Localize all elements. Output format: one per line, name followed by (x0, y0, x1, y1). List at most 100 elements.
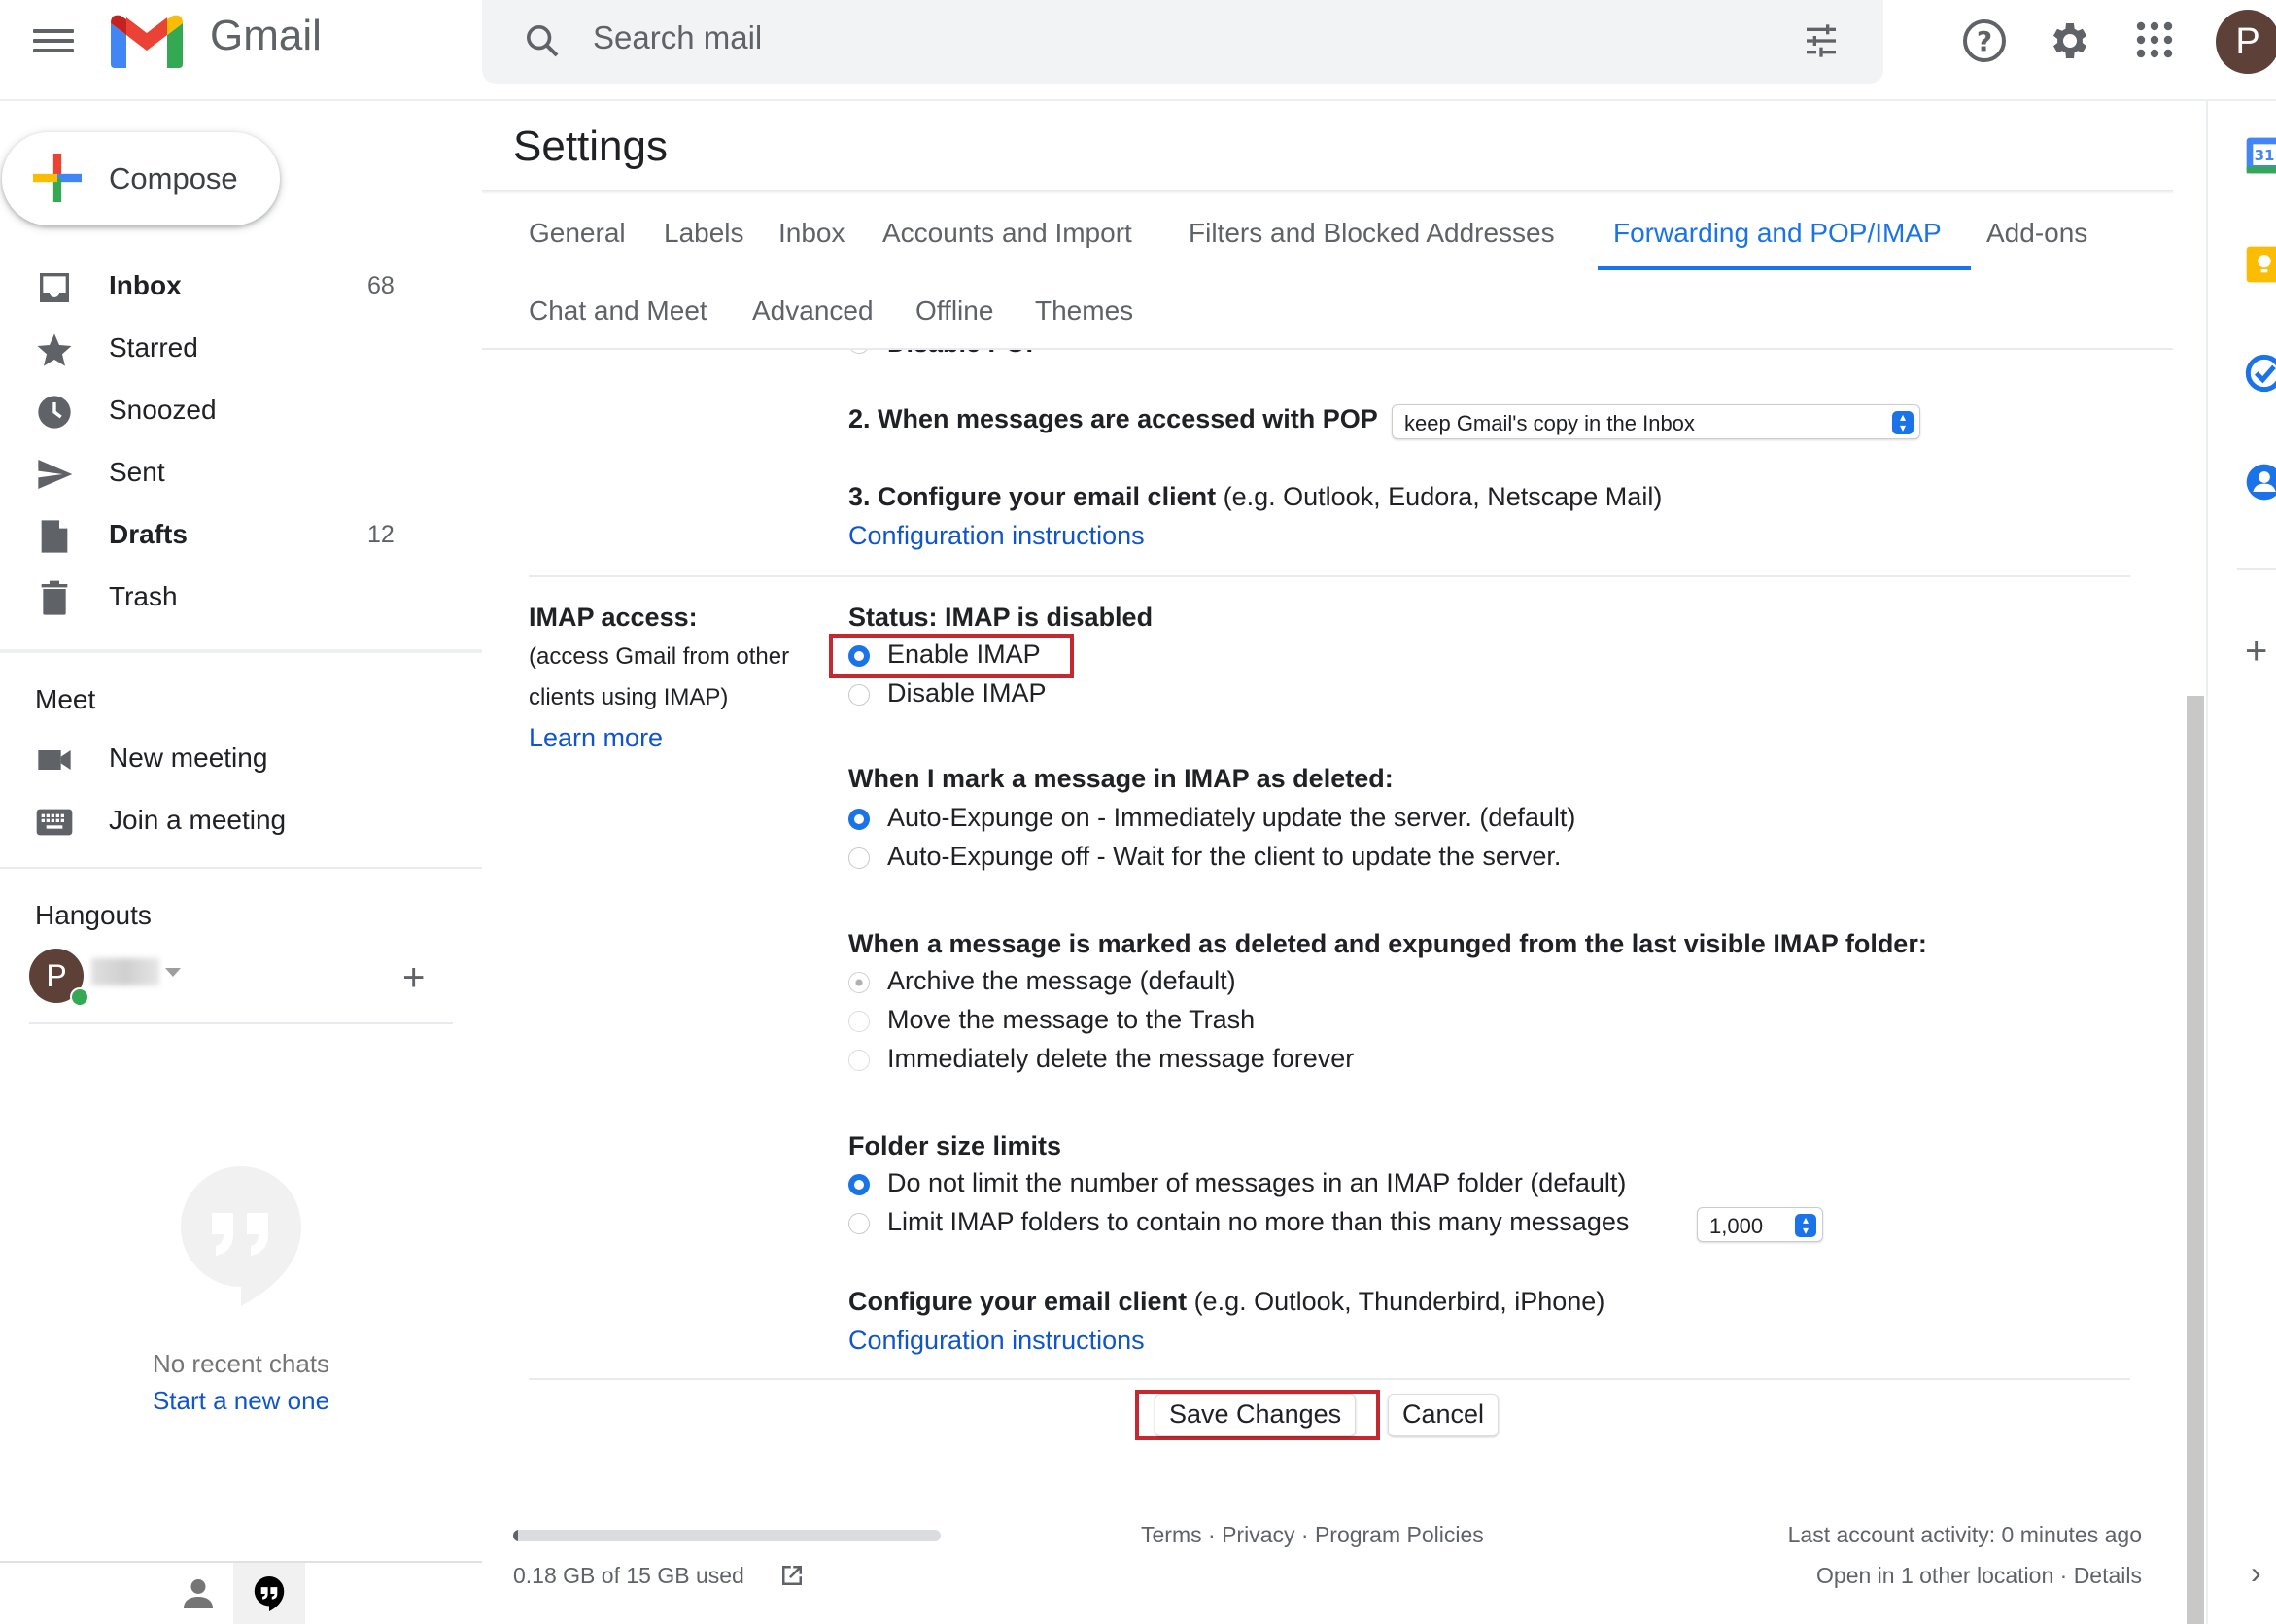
move-trash-radio[interactable] (848, 1011, 870, 1032)
tab-inbox[interactable]: Inbox (778, 218, 845, 249)
sidebar-item-starred[interactable]: Starred (0, 319, 482, 381)
tab-accounts-and-import[interactable]: Accounts and Import (882, 218, 1132, 249)
imap-deleted-title: When I mark a message in IMAP as deleted… (848, 764, 1394, 793)
folder-size-title: Folder size limits (848, 1131, 1062, 1160)
hangouts-user-name-blurred (91, 958, 159, 985)
new-meeting-label: New meeting (109, 743, 268, 773)
storage-usage-bar (513, 1530, 941, 1541)
account-avatar[interactable]: P (2216, 10, 2276, 74)
auto-expunge-off-radio[interactable] (848, 847, 870, 869)
archive-radio[interactable] (848, 972, 870, 993)
tab-advanced[interactable]: Advanced (752, 295, 874, 327)
limit-label[interactable]: Limit IMAP folders to contain no more th… (887, 1207, 1629, 1237)
delete-forever-radio[interactable] (848, 1050, 870, 1071)
help-icon[interactable]: ? (1961, 17, 2008, 64)
contacts-tab-icon[interactable] (181, 1576, 216, 1611)
pop-action-select[interactable]: keep Gmail's copy in the Inbox ▴ ▾ (1392, 404, 1920, 439)
tasks-icon[interactable] (2245, 354, 2276, 393)
sidebar-item-snoozed[interactable]: Snoozed (0, 381, 482, 443)
start-new-chat-link[interactable]: Start a new one (0, 1386, 482, 1416)
imap-client-config: Configure your email client (e.g. Outloo… (848, 1287, 1604, 1317)
search-icon[interactable] (523, 21, 562, 60)
compose-button[interactable]: Compose (2, 132, 280, 225)
hangouts-divider (29, 1022, 453, 1024)
archive-label[interactable]: Archive the message (default) (887, 966, 1236, 996)
sidebar-item-drafts[interactable]: Drafts 12 (0, 505, 482, 568)
auto-expunge-on-radio[interactable] (848, 809, 870, 830)
other-location-label: Open in 1 other location (1816, 1563, 2054, 1588)
sidebar-item-inbox[interactable]: Inbox 68 (0, 257, 482, 319)
enable-imap-label[interactable]: Enable IMAP (887, 639, 1041, 670)
pop-step3-bold: 3. Configure your email client (848, 482, 1217, 511)
meet-divider (0, 867, 482, 869)
sidebar-item-label: Starred (109, 332, 198, 363)
contacts-icon[interactable] (2245, 463, 2276, 501)
program-policies-link[interactable]: Program Policies (1315, 1522, 1484, 1547)
hangouts-tab[interactable] (233, 1563, 305, 1624)
hangouts-tab-icon (254, 1576, 285, 1611)
sidebar-item-trash[interactable]: Trash (0, 568, 482, 630)
search-options-icon[interactable] (1802, 21, 1841, 60)
sidebar-item-label: Sent (109, 457, 165, 487)
open-external-icon[interactable] (777, 1561, 807, 1590)
tabs-bottom-border (482, 348, 2173, 350)
gear-icon[interactable] (2047, 17, 2093, 64)
disable-imap-radio[interactable] (848, 684, 870, 706)
tab-forwarding-pop-imap[interactable]: Forwarding and POP/IMAP (1613, 218, 1942, 249)
tab-add-ons[interactable]: Add-ons (1986, 218, 2087, 249)
select-arrows-icon: ▴ ▾ (1892, 411, 1914, 434)
calendar-icon[interactable]: 31 (2245, 136, 2276, 175)
active-tab-indicator (1598, 266, 1971, 270)
delete-forever-label[interactable]: Immediately delete the message forever (887, 1044, 1354, 1074)
tabs-top-border (482, 190, 2173, 194)
details-link[interactable]: Details (2074, 1563, 2142, 1588)
hangouts-bubble-icon (181, 1166, 301, 1306)
tab-chat-and-meet[interactable]: Chat and Meet (529, 295, 707, 327)
apps-icon[interactable] (2134, 19, 2175, 60)
tab-general[interactable]: General (529, 218, 626, 249)
auto-expunge-on-label[interactable]: Auto-Expunge on - Immediately update the… (887, 803, 1575, 833)
search-input[interactable]: Search mail (593, 19, 762, 56)
no-limit-radio[interactable] (848, 1174, 870, 1195)
imap-client-bold: Configure your email client (848, 1287, 1188, 1316)
get-addons-plus-icon[interactable]: + (2245, 632, 2267, 671)
save-changes-button[interactable]: Save Changes (1155, 1394, 1357, 1436)
nav-divider (0, 649, 482, 653)
clipped-disable-pop-option: Disable POP (848, 350, 1140, 358)
imap-desc-line1: (access Gmail from other (529, 643, 790, 670)
move-trash-label[interactable]: Move the message to the Trash (887, 1005, 1255, 1035)
join-meeting-button[interactable]: Join a meeting (0, 791, 482, 853)
disable-imap-label[interactable]: Disable IMAP (887, 678, 1047, 708)
auto-expunge-off-label[interactable]: Auto-Expunge off - Wait for the client t… (887, 842, 1561, 872)
main-menu-button[interactable] (33, 23, 74, 56)
imap-learn-more-link[interactable]: Learn more (529, 723, 663, 753)
scrollbar-thumb[interactable] (2187, 696, 2204, 1624)
limit-radio[interactable] (848, 1213, 870, 1234)
keep-icon[interactable] (2245, 245, 2276, 284)
tab-filters[interactable]: Filters and Blocked Addresses (1189, 218, 1555, 249)
folder-limit-select[interactable]: 1,000 ▴ ▾ (1697, 1207, 1823, 1242)
join-meeting-label: Join a meeting (109, 805, 287, 835)
sidebar-item-sent[interactable]: Sent (0, 443, 482, 505)
other-location-text: Open in 1 other location · Details (1816, 1563, 2142, 1588)
tab-themes[interactable]: Themes (1035, 295, 1133, 327)
cancel-button[interactable]: Cancel (1388, 1394, 1500, 1436)
actions-divider (529, 1378, 2130, 1380)
new-meeting-button[interactable]: New meeting (0, 729, 482, 791)
send-icon (38, 460, 73, 489)
imap-client-rest: (e.g. Outlook, Thunderbird, iPhone) (1187, 1287, 1605, 1316)
terms-link[interactable]: Terms (1141, 1522, 1202, 1547)
no-recent-chats-text: No recent chats (152, 1349, 330, 1378)
no-limit-label[interactable]: Do not limit the number of messages in a… (887, 1168, 1626, 1198)
expand-panel-chevron-icon[interactable]: › (2251, 1555, 2261, 1591)
privacy-link[interactable]: Privacy (1222, 1522, 1294, 1547)
pop-step3: 3. Configure your email client (e.g. Out… (848, 482, 1662, 512)
pop-config-instructions-link[interactable]: Configuration instructions (848, 521, 1145, 551)
enable-imap-radio[interactable] (848, 645, 870, 667)
new-chat-plus-icon[interactable]: + (402, 958, 425, 997)
imap-config-instructions-link[interactable]: Configuration instructions (848, 1326, 1145, 1356)
status-dropdown-icon[interactable] (165, 968, 181, 977)
keyboard-icon (36, 809, 73, 836)
tab-offline[interactable]: Offline (915, 295, 993, 327)
tab-labels[interactable]: Labels (664, 218, 744, 249)
